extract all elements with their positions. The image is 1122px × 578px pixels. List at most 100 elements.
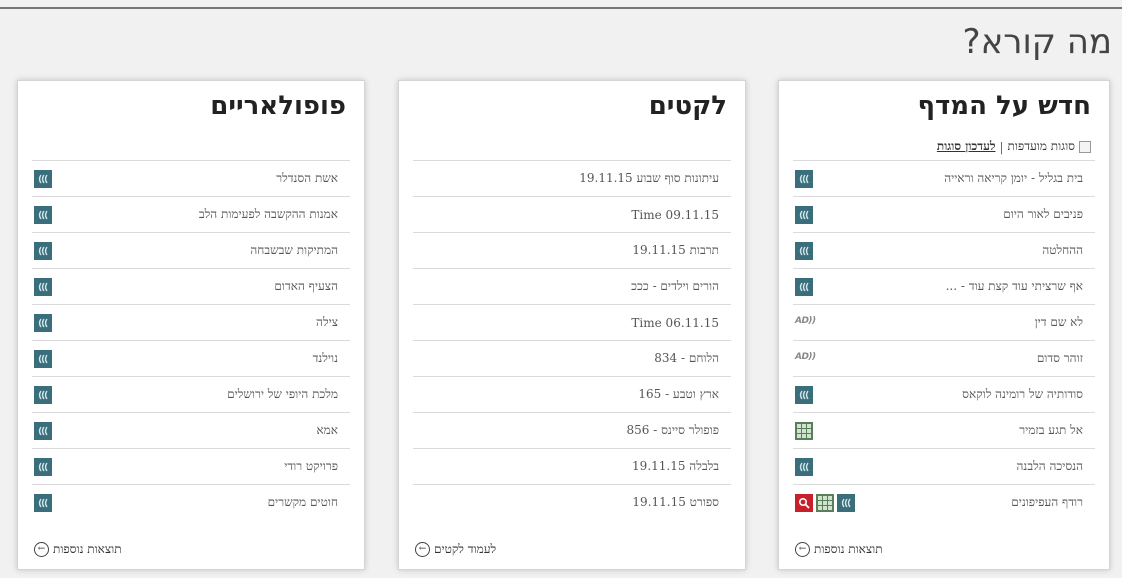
- list-item[interactable]: ספורט 19.11.15: [413, 484, 731, 520]
- list-item-title[interactable]: פרויקט רודי: [284, 459, 346, 474]
- audio-wave-icon[interactable]: [34, 241, 52, 260]
- audio-wave-icon[interactable]: [837, 493, 855, 512]
- list-item-title[interactable]: חוטים מקשרים: [268, 495, 346, 510]
- list-item-title[interactable]: בית בגליל - יומן קריאה וראייה: [944, 171, 1091, 186]
- list-item[interactable]: אמנות ההקשבה לפעימות הלב: [32, 196, 350, 232]
- audio-wave-icon[interactable]: [795, 241, 813, 260]
- list-item-title[interactable]: תרבות 19.11.15: [632, 243, 727, 258]
- list-item[interactable]: בלבלה 19.11.15: [413, 448, 731, 484]
- list-item[interactable]: נוילנד: [32, 340, 350, 376]
- list-item-title[interactable]: המתיקות שבשבחה: [250, 243, 346, 258]
- list-item-title[interactable]: לא שם דין: [1035, 315, 1091, 330]
- list-item-title[interactable]: הצעיף האדום: [274, 279, 346, 294]
- format-icons: [34, 349, 52, 368]
- page-title: מה קורא?: [962, 22, 1112, 62]
- list-item[interactable]: הנסיכה הלבנה: [793, 448, 1095, 484]
- list-item-title[interactable]: Time 06.11.15: [631, 316, 727, 330]
- list-item[interactable]: אמא: [32, 412, 350, 448]
- panel-title: פופולאריים: [210, 91, 346, 121]
- arrow-left-circle-icon: ←: [795, 542, 810, 557]
- list-item[interactable]: זוהר סדום AD)): [793, 340, 1095, 376]
- genre-filter: סוגות מועדפות | לעדכון סוגות: [937, 139, 1091, 154]
- list-item-title[interactable]: נוילנד: [313, 351, 346, 366]
- list-item[interactable]: ההחלטה: [793, 232, 1095, 268]
- list-item[interactable]: המתיקות שבשבחה: [32, 232, 350, 268]
- preferred-genres-checkbox[interactable]: [1079, 140, 1091, 153]
- list-item-title[interactable]: ההחלטה: [1042, 243, 1091, 258]
- list-item[interactable]: עיתונות סוף שבוע 19.11.15: [413, 160, 731, 196]
- list-item[interactable]: מלכת היופי של ירושלים: [32, 376, 350, 412]
- grid-icon[interactable]: [795, 421, 813, 440]
- list-item-title[interactable]: אמא: [316, 423, 346, 438]
- list-item-title[interactable]: הנסיכה הלבנה: [1017, 459, 1091, 474]
- clips-items-list: עיתונות סוף שבוע 19.11.15 Time 09.11.15 תר…: [413, 160, 731, 520]
- format-icons: AD)): [795, 352, 817, 366]
- list-item-title[interactable]: אמנות ההקשבה לפעימות הלב: [199, 207, 346, 222]
- list-item[interactable]: הלוחם - 834: [413, 340, 731, 376]
- list-item-title[interactable]: פופולר סיינס - 856: [627, 423, 727, 438]
- audio-wave-icon[interactable]: [795, 277, 813, 296]
- list-item-title[interactable]: ארץ וטבע - 165: [638, 387, 727, 402]
- list-item-title[interactable]: רודף העפיפונים: [1011, 495, 1091, 510]
- list-item-title[interactable]: Time 09.11.15: [631, 208, 727, 222]
- audio-wave-icon[interactable]: [34, 169, 52, 188]
- more-results-link[interactable]: ← תוצאות נוספות: [34, 542, 122, 557]
- grid-icon[interactable]: [816, 493, 834, 512]
- format-icons: [795, 493, 855, 512]
- list-item[interactable]: סודותיה של רומינה לוקאס: [793, 376, 1095, 412]
- list-item[interactable]: צילה: [32, 304, 350, 340]
- search-icon[interactable]: [795, 493, 813, 512]
- list-item[interactable]: תרבות 19.11.15: [413, 232, 731, 268]
- list-item[interactable]: פרויקט רודי: [32, 448, 350, 484]
- format-icons: AD)): [795, 316, 817, 330]
- list-item[interactable]: הצעיף האדום: [32, 268, 350, 304]
- list-item-title[interactable]: בלבלה 19.11.15: [632, 459, 727, 474]
- audio-wave-icon[interactable]: [34, 421, 52, 440]
- list-item[interactable]: אשת הסנדלר: [32, 160, 350, 196]
- list-item-title[interactable]: סודותיה של רומינה לוקאס: [962, 387, 1091, 402]
- list-item-title[interactable]: אשת הסנדלר: [276, 171, 346, 186]
- list-item-title[interactable]: צילה: [316, 315, 346, 330]
- list-item[interactable]: פניבים לאור היום: [793, 196, 1095, 232]
- list-item-title[interactable]: פניבים לאור היום: [1003, 207, 1091, 222]
- list-item[interactable]: אל תגע בזמיר: [793, 412, 1095, 448]
- audio-wave-icon[interactable]: [34, 385, 52, 404]
- list-item[interactable]: רודף העפיפונים: [793, 484, 1095, 520]
- list-item[interactable]: פופולר סיינס - 856: [413, 412, 731, 448]
- list-item[interactable]: ארץ וטבע - 165: [413, 376, 731, 412]
- list-item-title[interactable]: ספורט 19.11.15: [632, 495, 727, 510]
- audio-wave-icon[interactable]: [34, 277, 52, 296]
- audio-wave-icon[interactable]: [34, 457, 52, 476]
- audio-wave-icon[interactable]: [34, 493, 52, 512]
- list-item-title[interactable]: זוהר סדום: [1037, 351, 1091, 366]
- clips-page-link[interactable]: ← לעמוד לקטים: [415, 542, 496, 557]
- list-item-title[interactable]: עיתונות סוף שבוע 19.11.15: [579, 171, 727, 186]
- update-genres-link[interactable]: לעדכון סוגות: [937, 139, 996, 154]
- new-items-list: בית בגליל - יומן קריאה וראייה פניבים לאור…: [793, 160, 1095, 520]
- list-item-title[interactable]: אף שרציתי עוד קצת עוד - ...: [946, 279, 1091, 294]
- list-item[interactable]: אף שרציתי עוד קצת עוד - ...: [793, 268, 1095, 304]
- format-icons: [795, 169, 813, 188]
- list-item-title[interactable]: מלכת היופי של ירושלים: [227, 387, 346, 402]
- format-icons: [34, 169, 52, 188]
- list-item[interactable]: בית בגליל - יומן קריאה וראייה: [793, 160, 1095, 196]
- list-item-title[interactable]: אל תגע בזמיר: [1019, 423, 1091, 438]
- audio-wave-icon[interactable]: [795, 457, 813, 476]
- list-item[interactable]: הורים וילדים - כככ: [413, 268, 731, 304]
- more-results-link[interactable]: ← תוצאות נוספות: [795, 542, 883, 557]
- audio-wave-icon[interactable]: [34, 313, 52, 332]
- audio-description-icon: AD)): [795, 315, 816, 326]
- audio-wave-icon[interactable]: [34, 205, 52, 224]
- list-item[interactable]: חוטים מקשרים: [32, 484, 350, 520]
- list-item[interactable]: Time 09.11.15: [413, 196, 731, 232]
- format-icons: [795, 457, 813, 476]
- list-item[interactable]: לא שם דין AD)): [793, 304, 1095, 340]
- list-item-title[interactable]: הורים וילדים - כככ: [631, 279, 727, 294]
- audio-wave-icon[interactable]: [795, 169, 813, 188]
- list-item[interactable]: Time 06.11.15: [413, 304, 731, 340]
- arrow-left-circle-icon: ←: [34, 542, 49, 557]
- audio-wave-icon[interactable]: [34, 349, 52, 368]
- audio-wave-icon[interactable]: [795, 385, 813, 404]
- audio-wave-icon[interactable]: [795, 205, 813, 224]
- list-item-title[interactable]: הלוחם - 834: [654, 351, 727, 366]
